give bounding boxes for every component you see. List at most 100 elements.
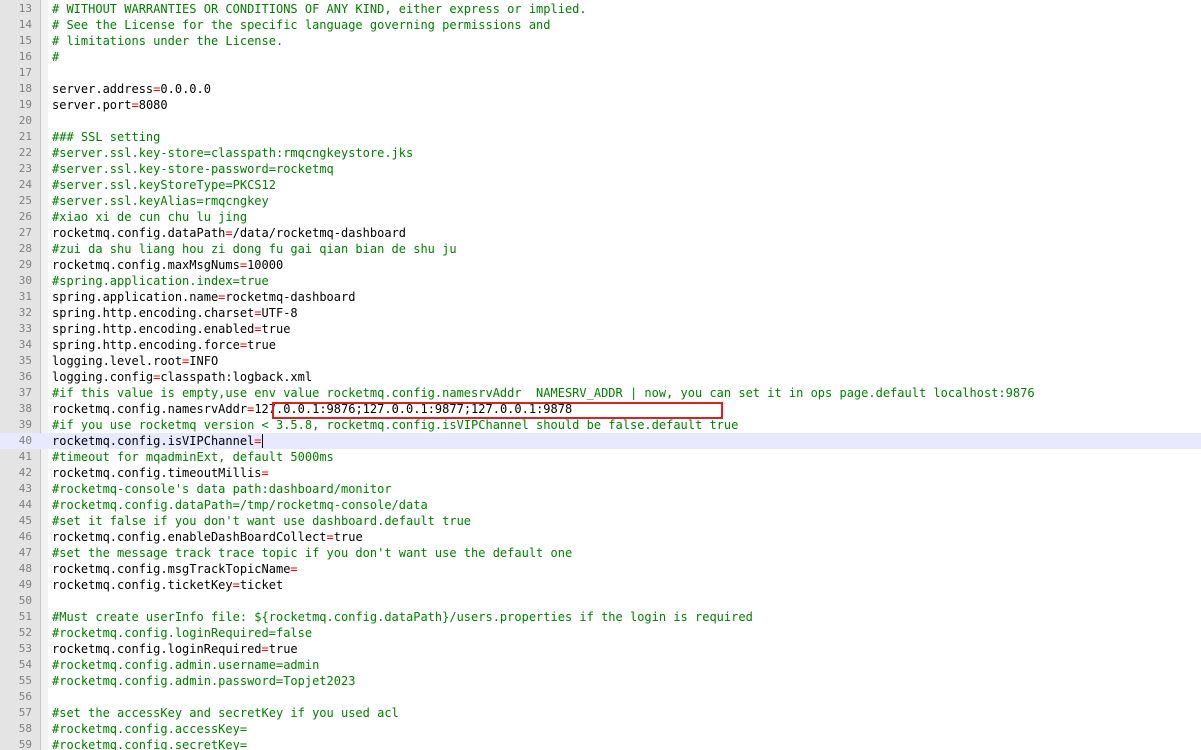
editor-line[interactable]: 52 #rocketmq.config.loginRequired=false	[0, 625, 1201, 641]
line-code: server.port=8080	[52, 97, 168, 113]
property-key: server.port	[52, 98, 132, 112]
editor-line[interactable]: 26 #xiao xi de cun chu lu jing	[0, 209, 1201, 225]
property-key: spring.http.encoding.enabled	[52, 322, 255, 336]
line-number: 44	[18, 498, 32, 511]
line-number: 49	[18, 578, 32, 591]
editor-line[interactable]: 24 #server.ssl.keyStoreType=PKCS12	[0, 177, 1201, 193]
editor-line[interactable]: 35 logging.level.root=INFO	[0, 353, 1201, 369]
editor-line[interactable]: 22 #server.ssl.key-store=classpath:rmqcng…	[0, 145, 1201, 161]
assignment-operator: =	[232, 578, 240, 592]
editor-line[interactable]: 18 server.address=0.0.0.0	[0, 81, 1201, 97]
property-value: true	[333, 530, 363, 544]
property-value: UTF-8	[261, 306, 298, 320]
line-code: server.address=0.0.0.0	[52, 81, 211, 97]
editor-line[interactable]: 42 rocketmq.config.timeoutMillis=	[0, 465, 1201, 481]
property-value: 10000	[247, 258, 284, 272]
editor-line[interactable]: 47 #set the message track trace topic if …	[0, 545, 1201, 561]
editor-line[interactable]: 40 rocketmq.config.isVIPChannel=	[0, 433, 1201, 449]
editor-line[interactable]: 44 #rocketmq.config.dataPath=/tmp/rocketm…	[0, 497, 1201, 513]
line-code: #if this value is empty,use env value ro…	[52, 385, 1035, 401]
comment-text: #zui da shu liang hou zi dong fu gai qia…	[52, 242, 457, 256]
editor-line[interactable]: 49 rocketmq.config.ticketKey=ticket	[0, 577, 1201, 593]
line-code: #rocketmq.config.admin.username=admin	[52, 657, 319, 673]
line-code: #server.ssl.keyAlias=rmqcngkey	[52, 193, 269, 209]
property-key: rocketmq.config.msgTrackTopicName	[52, 562, 291, 576]
line-number: 22	[18, 146, 32, 159]
editor-line[interactable]: 48 rocketmq.config.msgTrackTopicName=	[0, 561, 1201, 577]
editor-line[interactable]: 17	[0, 65, 1201, 81]
property-value: /data/rocketmq-dashboard	[232, 226, 407, 240]
editor-line[interactable]: 46 rocketmq.config.enableDashBoardCollect…	[0, 529, 1201, 545]
assignment-operator: =	[225, 226, 233, 240]
editor-line[interactable]: 34 spring.http.encoding.force=true	[0, 337, 1201, 353]
line-number: 43	[18, 482, 32, 495]
editor-line[interactable]: 43 #rocketmq-console's data path:dashboar…	[0, 481, 1201, 497]
line-code: #spring.application.index=true	[52, 273, 269, 289]
line-code: logging.config=classpath:logback.xml	[52, 369, 312, 385]
editor-line[interactable]: 58 #rocketmq.config.accessKey=	[0, 721, 1201, 737]
editor-line[interactable]: 15 # limitations under the License.	[0, 33, 1201, 49]
editor-line[interactable]: 36 logging.config=classpath:logback.xml	[0, 369, 1201, 385]
editor-line[interactable]: 33 spring.http.encoding.enabled=true	[0, 321, 1201, 337]
line-number: 52	[18, 626, 32, 639]
assignment-operator: =	[254, 322, 262, 336]
editor-line[interactable]: 20	[0, 113, 1201, 129]
editor-line[interactable]: 16 #	[0, 49, 1201, 65]
editor-line[interactable]: 25 #server.ssl.keyAlias=rmqcngkey	[0, 193, 1201, 209]
comment-text: #server.ssl.key-store=classpath:rmqcngke…	[52, 146, 414, 160]
editor-line[interactable]: 55 #rocketmq.config.admin.password=Topjet…	[0, 673, 1201, 689]
editor-line[interactable]: 57 #set the accessKey and secretKey if yo…	[0, 705, 1201, 721]
property-key: rocketmq.config.enableDashBoardCollect	[52, 530, 327, 544]
line-number: 13	[18, 2, 32, 15]
editor-line[interactable]: 19 server.port=8080	[0, 97, 1201, 113]
editor-line[interactable]: 37 #if this value is empty,use env value …	[0, 385, 1201, 401]
assignment-operator: =	[261, 466, 269, 480]
line-code: spring.http.encoding.enabled=true	[52, 321, 290, 337]
property-key: logging.level.root	[52, 354, 183, 368]
editor-line[interactable]: 53 rocketmq.config.loginRequired=true	[0, 641, 1201, 657]
editor-line[interactable]: 39 #if you use rocketmq version < 3.5.8, …	[0, 417, 1201, 433]
comment-text: #rocketmq.config.dataPath=/tmp/rocketmq-…	[52, 498, 428, 512]
property-value: INFO	[189, 354, 219, 368]
editor-line[interactable]: 28 #zui da shu liang hou zi dong fu gai q…	[0, 241, 1201, 257]
editor-line[interactable]: 30 #spring.application.index=true	[0, 273, 1201, 289]
line-number: 46	[18, 530, 32, 543]
editor-line[interactable]: 27 rocketmq.config.dataPath=/data/rocketm…	[0, 225, 1201, 241]
code-editor[interactable]: 13 # WITHOUT WARRANTIES OR CONDITIONS OF …	[0, 0, 1201, 750]
line-number: 16	[18, 50, 32, 63]
line-number: 40	[18, 434, 32, 447]
line-number: 39	[18, 418, 32, 431]
editor-line[interactable]: 14 # See the License for the specific lan…	[0, 17, 1201, 33]
editor-line[interactable]: 54 #rocketmq.config.admin.username=admin	[0, 657, 1201, 673]
line-code: rocketmq.config.dataPath=/data/rocketmq-…	[52, 225, 406, 241]
editor-line[interactable]: 32 spring.http.encoding.charset=UTF-8	[0, 305, 1201, 321]
property-key: spring.application.name	[52, 290, 219, 304]
assignment-operator: =	[239, 338, 248, 352]
line-number: 50	[18, 594, 32, 607]
editor-line[interactable]: 45 #set it false if you don't want use da…	[0, 513, 1201, 529]
editor-line[interactable]: 29 rocketmq.config.maxMsgNums=10000	[0, 257, 1201, 273]
editor-line[interactable]: 13 # WITHOUT WARRANTIES OR CONDITIONS OF …	[0, 1, 1201, 17]
line-code: rocketmq.config.ticketKey=ticket	[52, 577, 283, 593]
line-code: #server.ssl.keyStoreType=PKCS12	[52, 177, 276, 193]
comment-text: #set the message track trace topic if yo…	[52, 546, 573, 560]
line-code: #rocketmq-console's data path:dashboard/…	[52, 481, 392, 497]
comment-text: #rocketmq.config.secretKey=	[52, 738, 248, 750]
editor-line[interactable]: 23 #server.ssl.key-store-password=rocketm…	[0, 161, 1201, 177]
assignment-operator: =	[239, 258, 248, 272]
line-code: #Must create userInfo file: ${rocketmq.c…	[52, 609, 753, 625]
editor-line[interactable]: 59 #rocketmq.config.secretKey=	[0, 737, 1201, 750]
editor-line[interactable]: 41 #timeout for mqadminExt, default 5000m…	[0, 449, 1201, 465]
text-cursor	[261, 434, 263, 448]
editor-line[interactable]: 51 #Must create userInfo file: ${rocketmq…	[0, 609, 1201, 625]
editor-line[interactable]: 50	[0, 593, 1201, 609]
line-number: 17	[18, 66, 32, 79]
line-number: 14	[18, 18, 32, 31]
editor-line[interactable]: 38 rocketmq.config.namesrvAddr=127.0.0.1:…	[0, 401, 1201, 417]
property-value: true	[247, 338, 276, 352]
property-key: spring.http.encoding.charset	[52, 306, 255, 320]
editor-line[interactable]: 56	[0, 689, 1201, 705]
editor-line[interactable]: 21 ### SSL setting	[0, 129, 1201, 145]
property-key: rocketmq.config.dataPath	[52, 226, 226, 240]
editor-line[interactable]: 31 spring.application.name=rocketmq-dashb…	[0, 289, 1201, 305]
